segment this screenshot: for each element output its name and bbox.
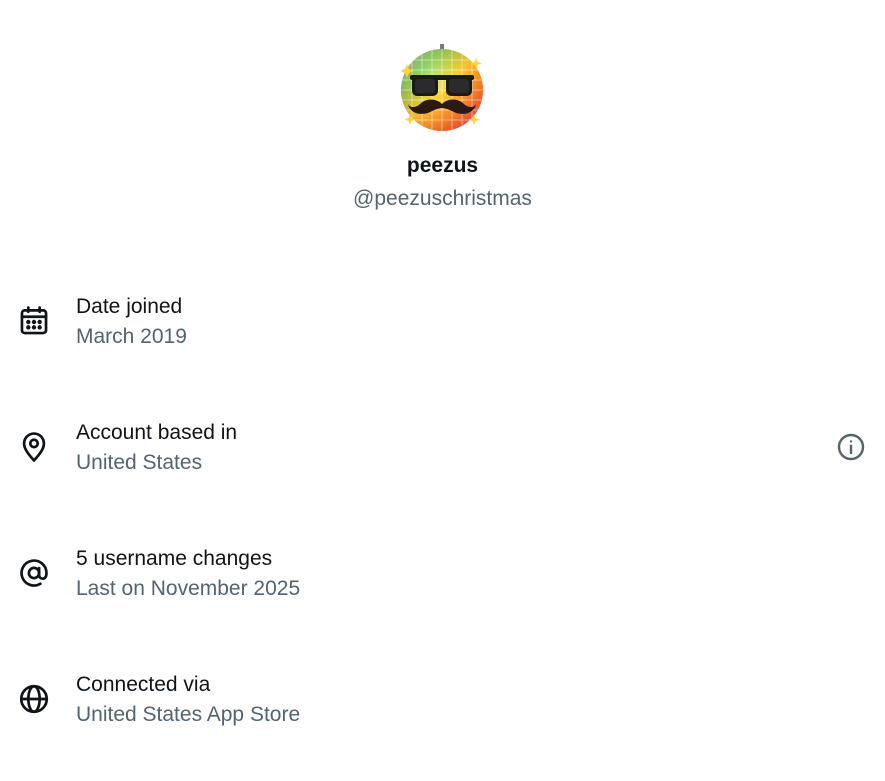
at-sign-icon bbox=[17, 556, 51, 590]
detail-row-account-based-in: Account based in United States bbox=[0, 419, 885, 489]
detail-label: Date joined bbox=[76, 295, 183, 318]
detail-label: Account based in bbox=[76, 421, 238, 444]
display-name: peezus bbox=[406, 154, 479, 177]
detail-row-date-joined: Date joined March 2019 bbox=[0, 293, 885, 363]
detail-value: Last on November 2025 bbox=[76, 577, 301, 600]
calendar-icon bbox=[17, 304, 51, 338]
detail-label: Connected via bbox=[76, 673, 211, 696]
detail-value: March 2019 bbox=[76, 325, 187, 348]
detail-label: 5 username changes bbox=[76, 547, 273, 570]
detail-row-connected-via: Connected via United States App Store bbox=[0, 671, 885, 741]
detail-row-username-changes: 5 username changes Last on November 2025 bbox=[0, 545, 885, 615]
username-handle: @peezuschristmas bbox=[353, 187, 532, 210]
info-icon[interactable] bbox=[835, 431, 867, 463]
detail-value: United States App Store bbox=[76, 703, 301, 726]
disco-ball-avatar-icon bbox=[400, 44, 483, 131]
globe-icon bbox=[17, 682, 51, 716]
location-pin-icon bbox=[17, 430, 51, 464]
detail-value: United States bbox=[76, 451, 203, 474]
avatar[interactable] bbox=[396, 42, 488, 134]
